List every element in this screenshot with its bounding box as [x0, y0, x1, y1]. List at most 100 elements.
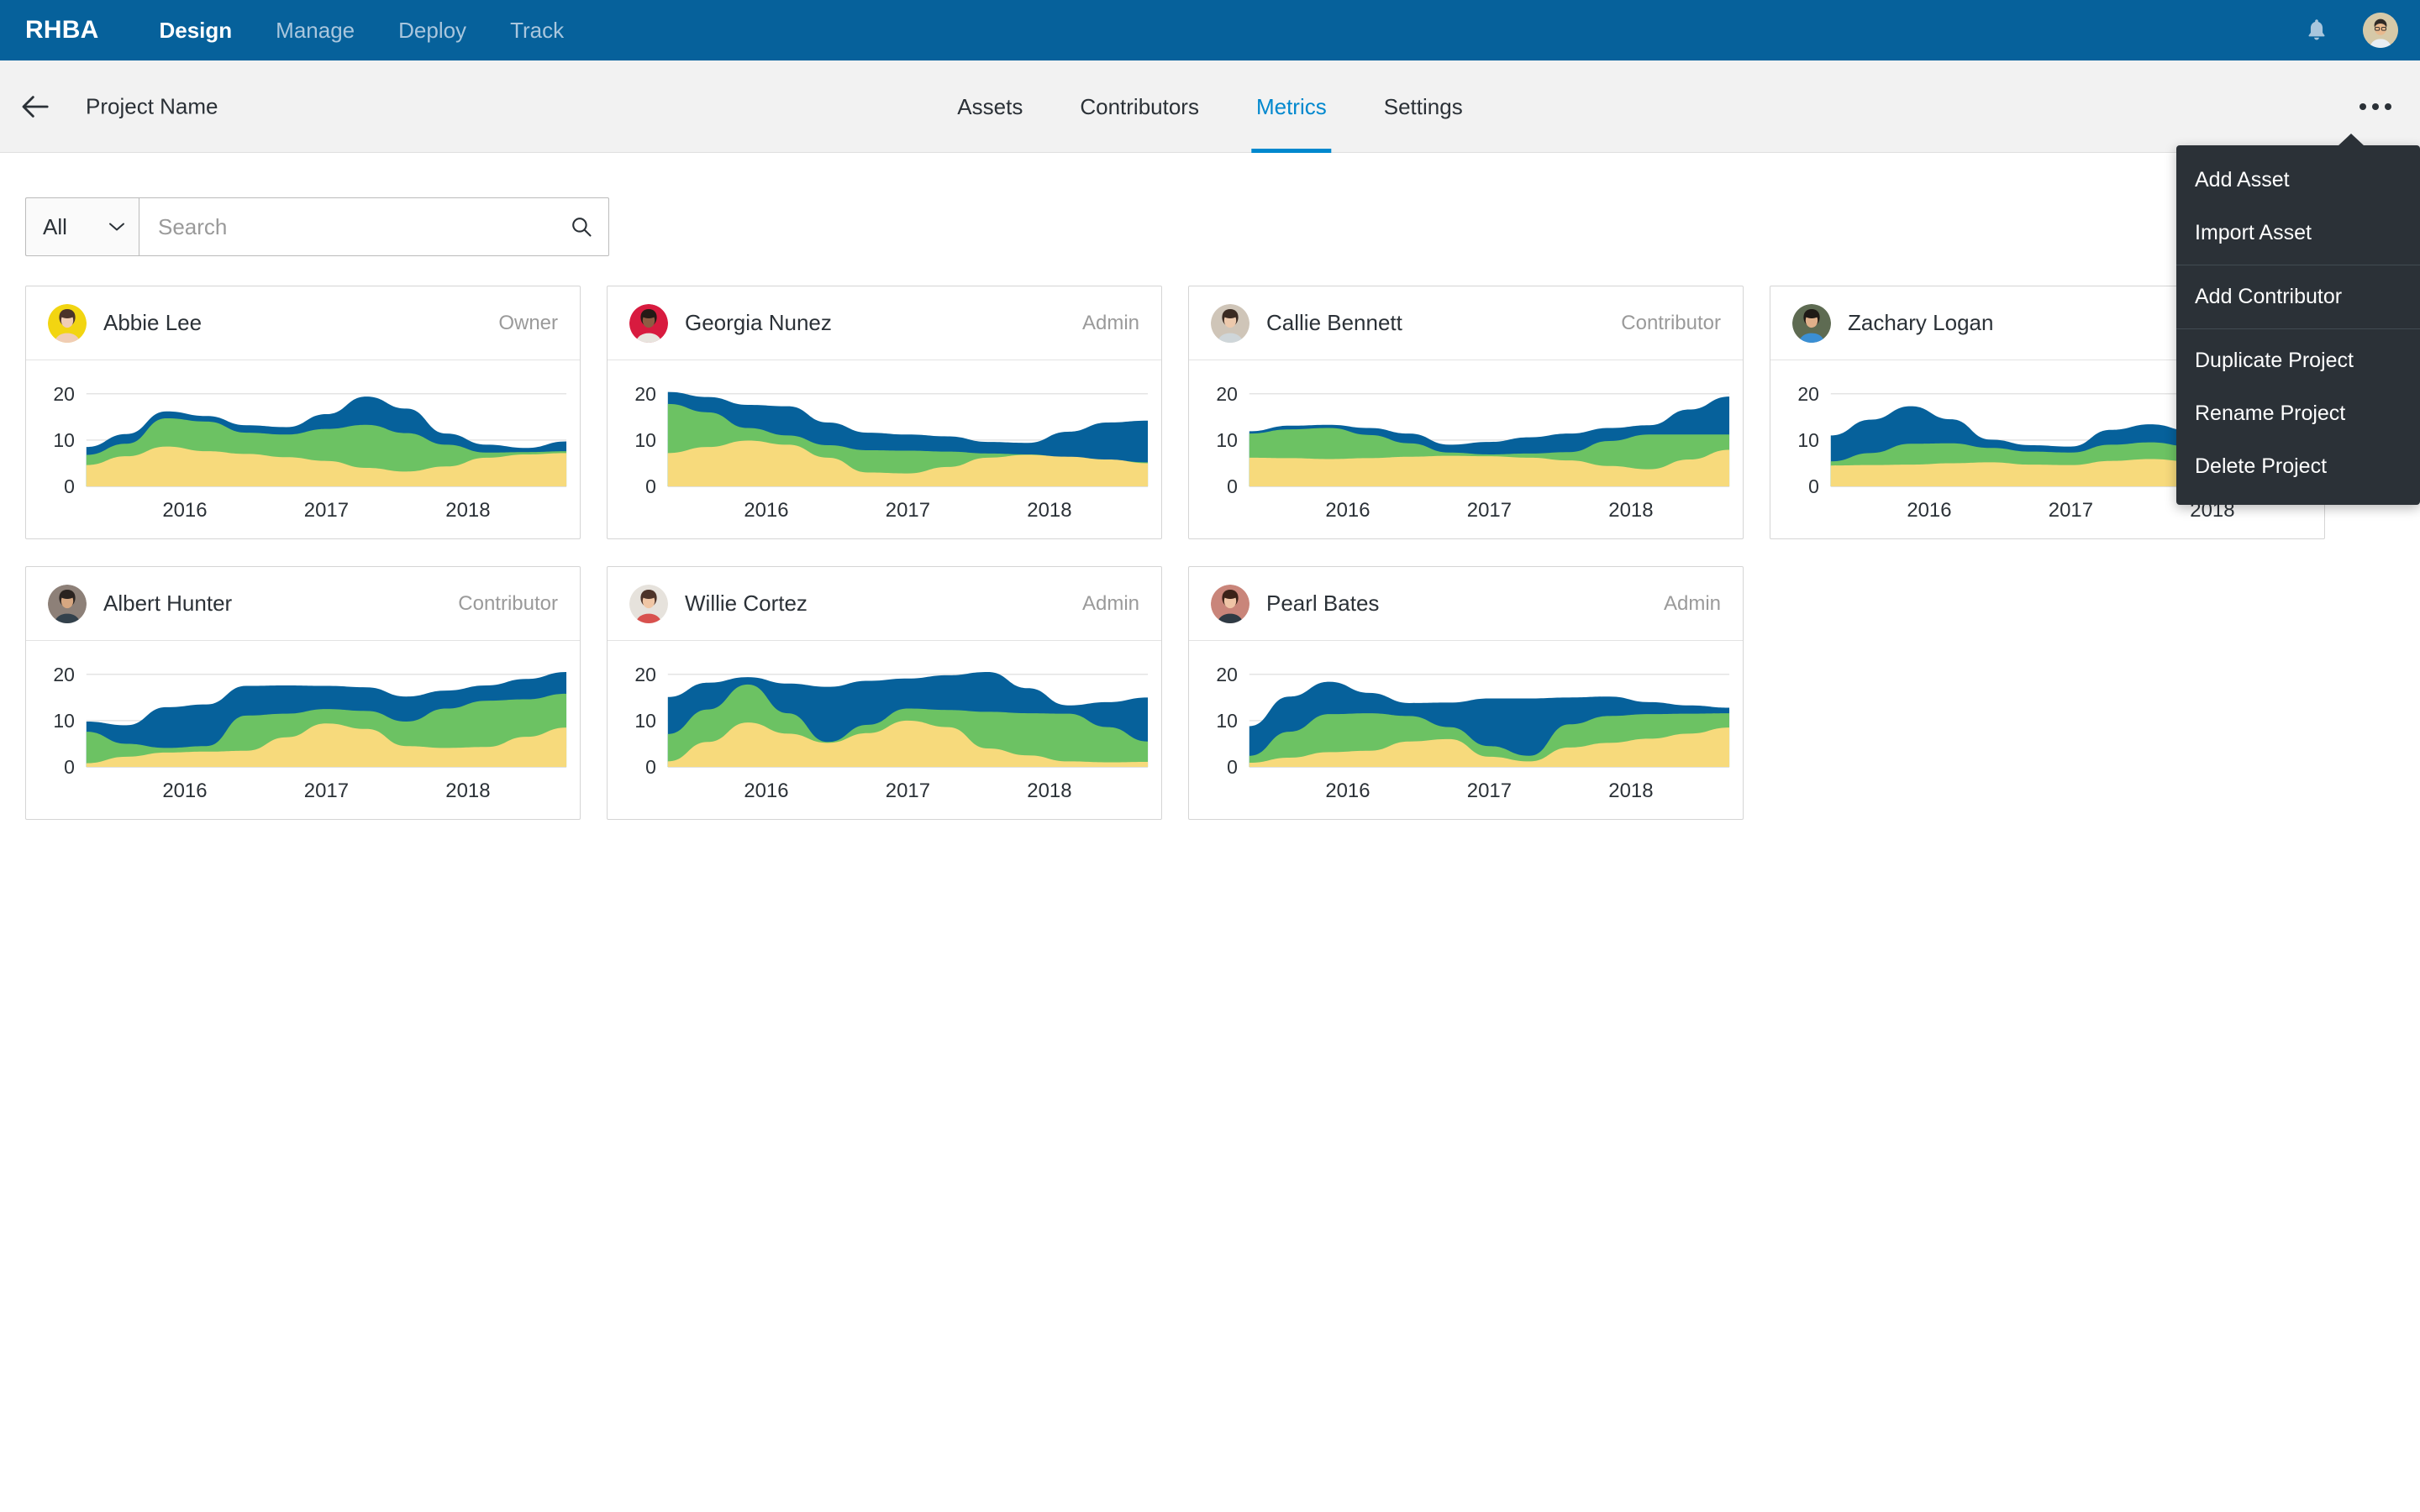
back-arrow-icon[interactable]: [18, 90, 52, 123]
bell-icon[interactable]: [2302, 16, 2331, 45]
search-box: [139, 197, 609, 256]
svg-text:20: 20: [634, 383, 655, 405]
svg-text:2016: 2016: [1907, 499, 1951, 522]
contributor-metrics-grid: Abbie Lee Owner 20 10 0 2016 2017 2018 Georgi…: [25, 286, 2420, 847]
svg-text:2017: 2017: [304, 780, 349, 802]
tab-assets[interactable]: Assets: [929, 60, 1051, 153]
top-bar-actions: [2302, 0, 2398, 60]
svg-text:2018: 2018: [1027, 780, 1071, 802]
metrics-chart: 20 10 0 2016 2017 2018: [26, 360, 580, 538]
top-nav-item-manage[interactable]: Manage: [254, 18, 376, 44]
contributor-card[interactable]: Callie Bennett Contributor 20 10 0 2016 2017…: [1188, 286, 1744, 539]
menu-item-import-asset[interactable]: Import Asset: [2176, 207, 2420, 260]
user-avatar[interactable]: [2363, 13, 2398, 48]
svg-text:20: 20: [53, 664, 74, 685]
svg-text:20: 20: [634, 664, 655, 685]
card-role-badge: Admin: [1081, 591, 1139, 615]
kebab-dot: [2372, 102, 2379, 110]
svg-text:2017: 2017: [1467, 499, 1512, 522]
card-header: Albert Hunter Contributor: [26, 567, 580, 641]
avatar: [629, 584, 668, 623]
card-header: Pearl Bates Admin: [1189, 567, 1743, 641]
card-contributor-name: Abbie Lee: [103, 310, 203, 335]
svg-text:0: 0: [1808, 475, 1819, 497]
menu-pointer-arrow: [2338, 134, 2365, 146]
svg-text:10: 10: [1216, 710, 1237, 732]
avatar: [629, 303, 668, 343]
chevron-down-icon: [109, 223, 124, 231]
svg-text:10: 10: [634, 710, 655, 732]
tab-contributors[interactable]: Contributors: [1051, 60, 1228, 153]
card-row: Abbie Lee Owner 20 10 0 2016 2017 2018 Georgi…: [25, 286, 2420, 539]
svg-text:10: 10: [634, 429, 655, 451]
svg-text:2017: 2017: [1467, 780, 1512, 802]
menu-item-delete-project[interactable]: Delete Project: [2176, 440, 2420, 493]
card-header: Abbie Lee Owner: [26, 286, 580, 360]
top-nav-item-deploy[interactable]: Deploy: [376, 18, 488, 44]
menu-item-add-asset[interactable]: Add Asset: [2176, 154, 2420, 207]
svg-text:2018: 2018: [445, 499, 490, 522]
card-header: Willie Cortez Admin: [608, 567, 1161, 641]
kebab-dot: [2385, 102, 2391, 110]
filter-select-value: All: [43, 213, 67, 239]
card-role-badge: Admin: [1663, 591, 1721, 615]
kebab-dot: [2360, 102, 2366, 110]
card-header: Callie Bennett Contributor: [1189, 286, 1743, 360]
svg-text:10: 10: [1216, 429, 1237, 451]
card-contributor-name: Callie Bennett: [1266, 310, 1402, 335]
top-nav-item-design[interactable]: Design: [137, 18, 254, 44]
tab-metrics[interactable]: Metrics: [1228, 60, 1355, 153]
svg-text:2016: 2016: [162, 499, 207, 522]
contributor-card[interactable]: Georgia Nunez Admin 20 10 0 2016 2017 2018: [607, 286, 1162, 539]
card-contributor-name: Pearl Bates: [1266, 591, 1380, 616]
filter-bar: All: [25, 197, 609, 256]
svg-text:2018: 2018: [1027, 499, 1071, 522]
contributor-card[interactable]: Abbie Lee Owner 20 10 0 2016 2017 2018: [25, 286, 581, 539]
menu-item-rename-project[interactable]: Rename Project: [2176, 387, 2420, 440]
card-row: Albert Hunter Contributor 20 10 0 2016 2017 2…: [25, 566, 2420, 820]
svg-text:10: 10: [53, 710, 74, 732]
svg-text:2016: 2016: [1325, 780, 1370, 802]
menu-separator: [2176, 328, 2420, 329]
svg-text:2017: 2017: [2049, 499, 2093, 522]
project-actions-menu: Add Asset Import Asset Add Contributor D…: [2176, 134, 2420, 505]
app-brand-logo[interactable]: RHBA: [25, 16, 98, 45]
svg-text:0: 0: [645, 475, 656, 497]
card-contributor-name: Willie Cortez: [685, 591, 808, 616]
svg-text:2018: 2018: [1608, 499, 1653, 522]
menu-item-duplicate-project[interactable]: Duplicate Project: [2176, 334, 2420, 387]
avatar: [1211, 584, 1249, 623]
tab-settings[interactable]: Settings: [1355, 60, 1491, 153]
metrics-chart: 20 10 0 2016 2017 2018: [608, 641, 1161, 819]
svg-text:2016: 2016: [162, 780, 207, 802]
menu-item-add-contributor[interactable]: Add Contributor: [2176, 270, 2420, 323]
project-tabs: Assets Contributors Metrics Settings: [929, 60, 1491, 153]
contributor-card[interactable]: Pearl Bates Admin 20 10 0 2016 2017 2018: [1188, 566, 1744, 820]
svg-text:20: 20: [1797, 383, 1818, 405]
filter-select[interactable]: All: [25, 197, 139, 256]
contributor-card[interactable]: Willie Cortez Admin 20 10 0 2016 2017 2018: [607, 566, 1162, 820]
svg-text:2017: 2017: [886, 499, 930, 522]
avatar: [48, 584, 87, 623]
contributor-card[interactable]: Albert Hunter Contributor 20 10 0 2016 2017 2…: [25, 566, 581, 820]
svg-text:2017: 2017: [886, 780, 930, 802]
top-nav-item-track[interactable]: Track: [488, 18, 586, 44]
card-role-badge: Contributor: [1621, 311, 1721, 334]
page-title: Project Name: [86, 93, 218, 118]
svg-text:20: 20: [1216, 664, 1237, 685]
kebab-menu-icon[interactable]: [2354, 92, 2396, 122]
metrics-chart: 20 10 0 2016 2017 2018: [1189, 641, 1743, 819]
search-input[interactable]: [158, 213, 570, 240]
svg-text:2018: 2018: [1608, 780, 1653, 802]
svg-text:2016: 2016: [744, 780, 788, 802]
avatar: [1211, 303, 1249, 343]
svg-text:0: 0: [1227, 756, 1238, 778]
card-header: Georgia Nunez Admin: [608, 286, 1161, 360]
svg-text:10: 10: [1797, 429, 1818, 451]
metrics-chart: 20 10 0 2016 2017 2018: [26, 641, 580, 819]
card-contributor-name: Albert Hunter: [103, 591, 233, 616]
project-sub-navigation-bar: Project Name Assets Contributors Metrics…: [0, 60, 2420, 153]
search-icon[interactable]: [570, 215, 593, 239]
svg-text:0: 0: [1227, 475, 1238, 497]
card-contributor-name: Zachary Logan: [1848, 310, 1994, 335]
